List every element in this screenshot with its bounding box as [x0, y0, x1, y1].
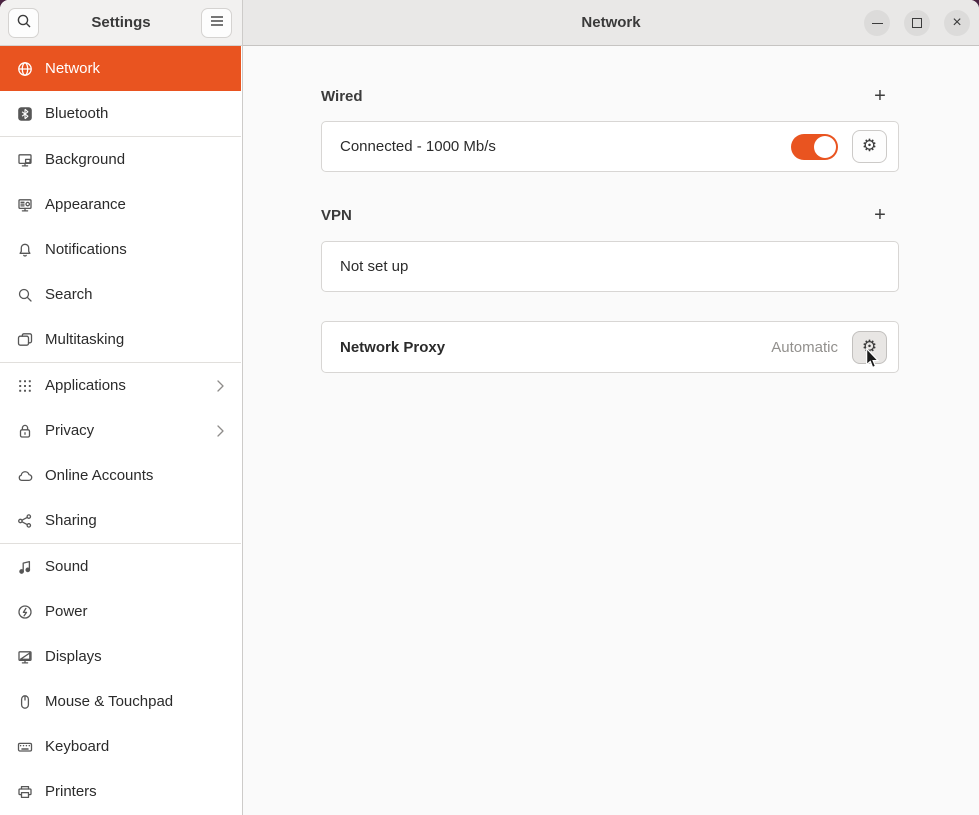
sidebar-item-search[interactable]: Search: [0, 272, 241, 317]
sidebar: Settings Network Bluetooth Background Appea…: [0, 0, 243, 815]
sidebar-item-sharing[interactable]: Sharing: [0, 498, 241, 543]
wired-toggle[interactable]: [791, 134, 838, 160]
sidebar-item-label: Network: [45, 60, 100, 77]
toggle-knob: [814, 136, 836, 158]
sidebar-item-appearance[interactable]: Appearance: [0, 182, 241, 227]
hamburger-menu-button[interactable]: [201, 8, 232, 38]
bell-icon: [17, 242, 33, 258]
proxy-label: Network Proxy: [340, 339, 445, 356]
vpn-section-header: VPN +: [321, 202, 899, 228]
mouse-icon: [17, 694, 33, 710]
sidebar-item-label: Sound: [45, 558, 88, 575]
close-icon: ×: [952, 15, 961, 31]
sidebar-item-label: Search: [45, 286, 93, 303]
sidebar-item-online-accounts[interactable]: Online Accounts: [0, 453, 241, 498]
sidebar-item-keyboard[interactable]: Keyboard: [0, 724, 241, 769]
sidebar-item-bluetooth[interactable]: Bluetooth: [0, 91, 241, 136]
wired-connection-row[interactable]: Connected - 1000 Mb/s ⚙: [321, 121, 899, 172]
sidebar-item-multitasking[interactable]: Multitasking: [0, 317, 241, 362]
sidebar-item-label: Appearance: [45, 196, 126, 213]
sidebar-item-label: Power: [45, 603, 88, 620]
multitasking-icon: [17, 332, 33, 348]
sidebar-item-network[interactable]: Network: [0, 46, 241, 91]
chevron-right-icon: [216, 379, 225, 393]
maximize-icon: [912, 18, 922, 28]
wired-status-text: Connected - 1000 Mb/s: [340, 138, 496, 155]
sidebar-item-displays[interactable]: Displays: [0, 634, 241, 679]
apps-grid-icon: [17, 378, 33, 394]
sidebar-item-label: Notifications: [45, 241, 127, 258]
vpn-status-text: Not set up: [340, 258, 408, 275]
lock-icon: [17, 423, 33, 439]
sidebar-item-privacy[interactable]: Privacy: [0, 408, 241, 453]
background-icon: [17, 152, 33, 168]
proxy-value: Automatic: [771, 339, 838, 356]
minimize-icon: [872, 23, 883, 24]
settings-window: Settings Network Bluetooth Background Appea…: [0, 0, 979, 815]
network-proxy-row[interactable]: Network Proxy Automatic ⚙: [321, 321, 899, 373]
sidebar-item-applications[interactable]: Applications: [0, 363, 241, 408]
sidebar-item-label: Keyboard: [45, 738, 109, 755]
close-button[interactable]: ×: [944, 10, 970, 36]
sidebar-item-label: Mouse & Touchpad: [45, 693, 173, 710]
wired-settings-button[interactable]: ⚙: [852, 130, 887, 163]
vpn-heading: VPN: [321, 207, 352, 224]
music-note-icon: [17, 559, 33, 575]
sidebar-item-label: Bluetooth: [45, 105, 108, 122]
sidebar-list: Network Bluetooth Background Appearance Noti…: [0, 46, 241, 814]
add-vpn-button[interactable]: +: [865, 202, 895, 228]
maximize-button[interactable]: [904, 10, 930, 36]
main-panel: Network × Wired + Connected - 1000 Mb/s …: [243, 0, 979, 815]
bluetooth-icon: [17, 106, 33, 122]
sidebar-item-label: Background: [45, 151, 125, 168]
sidebar-header: Settings: [0, 0, 242, 46]
globe-icon: [17, 61, 33, 77]
sidebar-item-label: Applications: [45, 377, 126, 394]
share-icon: [17, 513, 33, 529]
wired-section-header: Wired +: [321, 83, 899, 109]
hamburger-icon: [210, 14, 224, 32]
sidebar-item-background[interactable]: Background: [0, 137, 241, 182]
printer-icon: [17, 784, 33, 800]
keyboard-icon: [17, 739, 33, 755]
sidebar-item-label: Displays: [45, 648, 102, 665]
sidebar-item-printers[interactable]: Printers: [0, 769, 241, 814]
vpn-status-row[interactable]: Not set up: [321, 241, 899, 292]
sidebar-item-label: Printers: [45, 783, 97, 800]
magnifier-icon: [17, 287, 33, 303]
chevron-right-icon: [216, 424, 225, 438]
power-icon: [17, 604, 33, 620]
add-wired-connection-button[interactable]: +: [865, 83, 895, 109]
minimize-button[interactable]: [864, 10, 890, 36]
wired-heading: Wired: [321, 88, 363, 105]
proxy-settings-button[interactable]: ⚙: [852, 331, 887, 364]
sidebar-item-notifications[interactable]: Notifications: [0, 227, 241, 272]
sidebar-item-label: Sharing: [45, 512, 97, 529]
sidebar-item-sound[interactable]: Sound: [0, 544, 241, 589]
display-icon: [17, 649, 33, 665]
sidebar-item-label: Privacy: [45, 422, 94, 439]
sidebar-item-label: Online Accounts: [45, 467, 153, 484]
appearance-icon: [17, 197, 33, 213]
sidebar-item-label: Multitasking: [45, 331, 124, 348]
sidebar-item-power[interactable]: Power: [0, 589, 241, 634]
cloud-icon: [17, 468, 33, 484]
gear-icon: ⚙: [862, 339, 877, 356]
gear-icon: ⚙: [862, 138, 877, 155]
sidebar-item-mouse-touchpad[interactable]: Mouse & Touchpad: [0, 679, 241, 724]
window-controls: ×: [864, 10, 970, 36]
titlebar: Network ×: [243, 0, 979, 46]
